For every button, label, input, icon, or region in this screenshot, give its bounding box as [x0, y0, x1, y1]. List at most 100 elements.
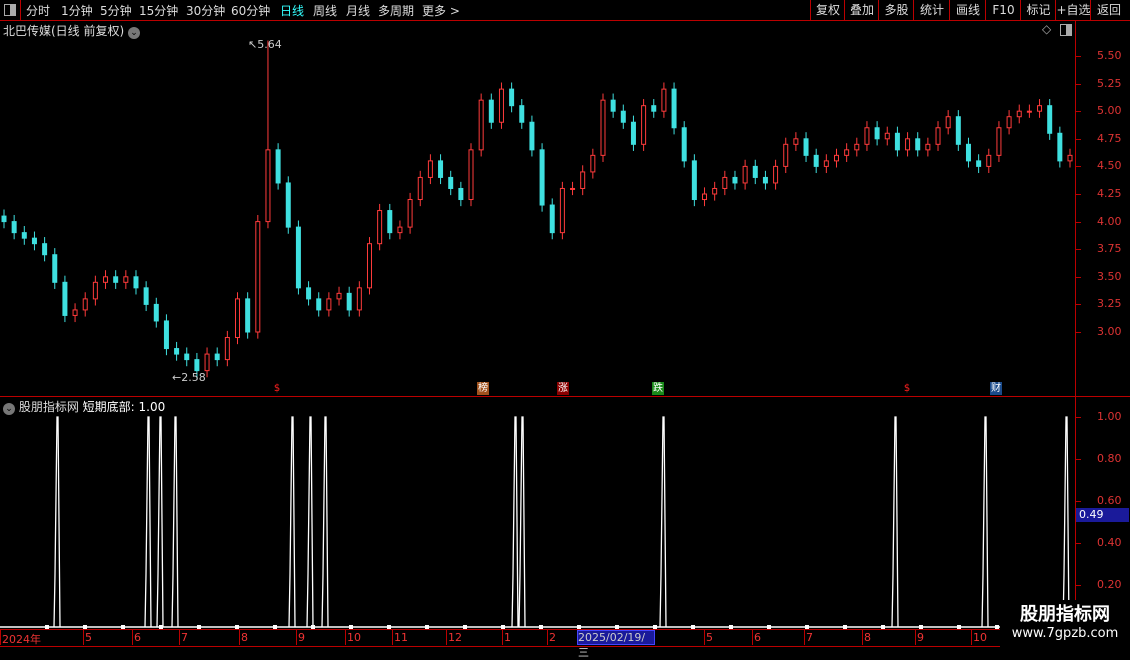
price-tick-mark — [1076, 304, 1081, 306]
high-label: 5.64 — [257, 38, 282, 51]
candle — [11, 214, 17, 240]
candle — [752, 159, 758, 185]
candle — [884, 126, 890, 146]
date-tick — [132, 630, 133, 645]
indicator-tick: 0.80 — [1097, 452, 1122, 465]
event-marker[interactable]: 财 — [990, 382, 1002, 395]
price-tick: 5.25 — [1097, 76, 1122, 90]
candle — [529, 115, 535, 157]
candle — [103, 270, 109, 289]
candle — [92, 275, 98, 306]
candle — [976, 154, 982, 174]
candle — [519, 99, 525, 129]
date-tick — [0, 630, 1, 645]
price-tick: 4.50 — [1097, 159, 1122, 173]
candle — [600, 93, 606, 162]
date-label: 6 — [754, 631, 761, 644]
date-tick — [915, 630, 916, 645]
candle — [214, 347, 220, 367]
candle — [722, 170, 728, 196]
candle — [986, 148, 992, 174]
price-tick-mark — [1076, 83, 1081, 85]
price-tick-mark — [1076, 194, 1081, 195]
date-tick — [345, 630, 346, 645]
candle — [813, 148, 819, 174]
price-tick-mark — [1076, 249, 1081, 251]
candle — [905, 132, 911, 157]
event-marker[interactable]: $ — [901, 382, 913, 395]
high-annotation: ↖5.64 — [248, 38, 282, 51]
candle — [1067, 148, 1073, 168]
candle — [285, 176, 291, 234]
signal-spike — [321, 416, 329, 628]
price-tick: 3.25 — [1097, 297, 1122, 311]
candle — [377, 203, 383, 251]
event-marker[interactable]: $ — [271, 382, 283, 395]
candle — [153, 297, 159, 328]
candle — [803, 132, 809, 162]
event-marker[interactable]: 跌 — [652, 382, 664, 395]
indicator-tick-mark — [1076, 543, 1081, 544]
candle — [742, 159, 748, 190]
signal-spike — [511, 416, 519, 628]
candle — [387, 203, 393, 240]
candle — [468, 143, 474, 207]
indicator-chart — [0, 416, 1070, 629]
signal-spike — [288, 416, 296, 628]
candle — [52, 248, 58, 289]
event-marker[interactable]: 榜 — [477, 382, 489, 395]
candle — [559, 181, 565, 240]
date-label: 9 — [298, 631, 305, 644]
indicator-tick-mark — [1076, 417, 1081, 418]
date-label: 1 — [504, 631, 511, 644]
candle — [783, 137, 789, 174]
date-label: 7 — [806, 631, 813, 644]
indicator-tick: 0.40 — [1097, 536, 1122, 549]
candle — [1057, 126, 1063, 168]
candle — [925, 137, 931, 157]
candle — [184, 347, 190, 367]
candle — [42, 237, 48, 262]
candle — [844, 143, 850, 162]
indicator-tick: 1.00 — [1097, 410, 1122, 423]
candle — [945, 110, 951, 135]
date-tick — [296, 630, 297, 645]
date-tick — [446, 630, 447, 645]
candle — [397, 220, 403, 240]
price-tick: 3.50 — [1097, 269, 1122, 283]
candle — [417, 170, 423, 207]
date-tick — [971, 630, 972, 645]
candle — [773, 159, 779, 190]
date-label: 5 — [85, 631, 92, 644]
candle — [82, 292, 88, 317]
candle — [21, 226, 27, 245]
candle — [691, 154, 697, 207]
date-tick — [752, 630, 753, 645]
indicator-tick-mark — [1076, 585, 1081, 586]
current-value-badge: 0.49 — [1076, 508, 1129, 522]
watermark-title: 股朋指标网 — [1020, 604, 1110, 625]
date-tick — [179, 630, 180, 645]
event-marker[interactable]: 涨 — [557, 382, 569, 395]
toolbar-button-8[interactable]: 返回 — [1090, 0, 1127, 20]
candle — [874, 121, 880, 146]
candle — [570, 181, 576, 196]
candle — [1026, 104, 1032, 118]
candle — [651, 99, 657, 118]
price-tick-mark — [1076, 56, 1081, 57]
candle — [326, 292, 332, 317]
candle — [681, 121, 687, 168]
candle — [915, 132, 921, 157]
date-tick — [862, 630, 863, 645]
candle — [133, 270, 139, 295]
candle — [275, 143, 281, 190]
price-tick-mark — [1076, 276, 1081, 278]
candle — [1006, 110, 1012, 135]
candle — [1, 209, 7, 229]
date-label: 10 — [347, 631, 361, 644]
candle — [620, 104, 626, 129]
candle — [580, 165, 586, 196]
date-tick — [804, 630, 805, 645]
date-label: 2 — [549, 631, 556, 644]
date-cursor: 2025/02/19/三 — [577, 630, 655, 659]
